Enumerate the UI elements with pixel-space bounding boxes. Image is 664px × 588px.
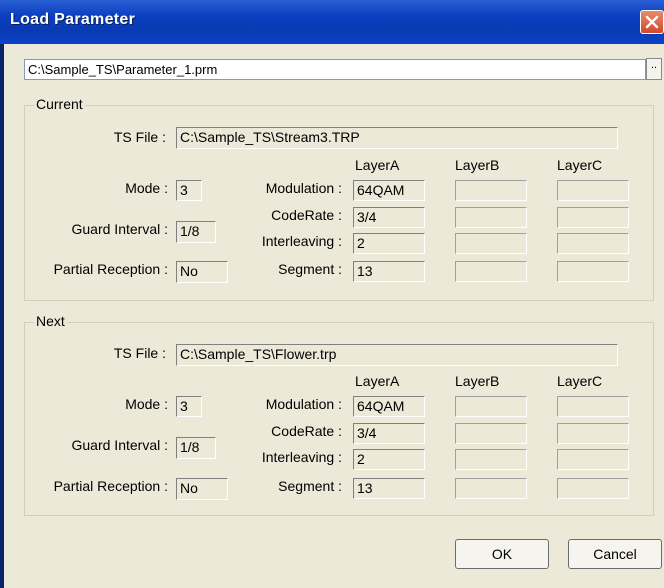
next-mode-label: Mode : bbox=[125, 396, 168, 412]
current-layer-a-header: LayerA bbox=[355, 157, 400, 173]
current-coderate-label: CodeRate : bbox=[271, 207, 342, 223]
current-segment-label: Segment : bbox=[278, 261, 342, 277]
window-title: Load Parameter bbox=[10, 11, 136, 28]
load-parameter-dialog: Load Parameter C:\Sample_TS\Parameter_1.… bbox=[0, 0, 664, 588]
next-guard-interval-label: Guard Interval : bbox=[71, 437, 169, 453]
next-layer-a-modulation: 64QAM bbox=[353, 396, 425, 417]
next-layer-c-coderate bbox=[557, 423, 629, 444]
next-layer-c-header: LayerC bbox=[557, 373, 603, 389]
next-layer-c-interleaving bbox=[557, 449, 629, 470]
next-layer-c-modulation bbox=[557, 396, 629, 417]
next-layer-c-segment bbox=[557, 478, 629, 499]
parameter-file-path-input[interactable]: C:\Sample_TS\Parameter_1.prm bbox=[24, 59, 646, 80]
current-layer-c-segment bbox=[557, 261, 629, 282]
next-partial-reception-value: No bbox=[176, 478, 228, 500]
next-layer-b-header: LayerB bbox=[455, 373, 500, 389]
next-layer-b-coderate bbox=[455, 423, 527, 444]
current-layer-c-modulation bbox=[557, 180, 629, 201]
current-layer-b-header: LayerB bbox=[455, 157, 500, 173]
next-layer-a-header: LayerA bbox=[355, 373, 400, 389]
current-group-label: Current bbox=[34, 96, 85, 112]
next-mode-value: 3 bbox=[176, 396, 202, 417]
browse-button[interactable]: .. bbox=[646, 58, 662, 80]
next-layer-a-segment: 13 bbox=[353, 478, 425, 499]
current-layer-b-modulation bbox=[455, 180, 527, 201]
current-mode-label: Mode : bbox=[125, 180, 168, 196]
current-layer-a-coderate: 3/4 bbox=[353, 207, 425, 228]
cancel-button[interactable]: Cancel bbox=[568, 539, 662, 569]
current-partial-reception-value: No bbox=[176, 261, 228, 283]
current-ts-file-label: TS File : bbox=[113, 129, 166, 145]
current-ts-file-value: C:\Sample_TS\Stream3.TRP bbox=[176, 127, 618, 149]
close-icon bbox=[645, 15, 659, 29]
current-interleaving-label: Interleaving : bbox=[261, 233, 342, 249]
current-layer-a-modulation: 64QAM bbox=[353, 180, 425, 201]
next-ts-file-label: TS File : bbox=[113, 345, 166, 361]
current-partial-reception-label: Partial Reception : bbox=[53, 261, 168, 277]
next-partial-reception-label: Partial Reception : bbox=[53, 478, 168, 494]
current-layer-a-interleaving: 2 bbox=[353, 233, 425, 254]
current-layer-b-interleaving bbox=[455, 233, 527, 254]
current-layer-c-interleaving bbox=[557, 233, 629, 254]
current-modulation-label: Modulation : bbox=[265, 180, 342, 196]
next-modulation-label: Modulation : bbox=[265, 396, 342, 412]
next-group-label: Next bbox=[34, 313, 67, 329]
current-guard-interval-label: Guard Interval : bbox=[71, 221, 169, 237]
next-layer-b-interleaving bbox=[455, 449, 527, 470]
current-layer-a-segment: 13 bbox=[353, 261, 425, 282]
current-layer-b-segment bbox=[455, 261, 527, 282]
next-ts-file-value: C:\Sample_TS\Flower.trp bbox=[176, 344, 618, 366]
next-layer-a-coderate: 3/4 bbox=[353, 423, 425, 444]
next-coderate-label: CodeRate : bbox=[271, 423, 342, 439]
current-layer-c-header: LayerC bbox=[557, 157, 603, 173]
next-segment-label: Segment : bbox=[278, 478, 342, 494]
current-layer-b-coderate bbox=[455, 207, 527, 228]
next-layer-a-interleaving: 2 bbox=[353, 449, 425, 470]
close-button[interactable] bbox=[640, 10, 664, 34]
next-layer-b-modulation bbox=[455, 396, 527, 417]
current-guard-interval-value: 1/8 bbox=[176, 221, 216, 243]
current-mode-value: 3 bbox=[176, 180, 202, 201]
next-interleaving-label: Interleaving : bbox=[261, 449, 342, 465]
next-layer-b-segment bbox=[455, 478, 527, 499]
current-layer-c-coderate bbox=[557, 207, 629, 228]
next-guard-interval-value: 1/8 bbox=[176, 437, 216, 459]
title-bar[interactable]: Load Parameter bbox=[0, 0, 664, 44]
ok-button[interactable]: OK bbox=[455, 539, 549, 569]
